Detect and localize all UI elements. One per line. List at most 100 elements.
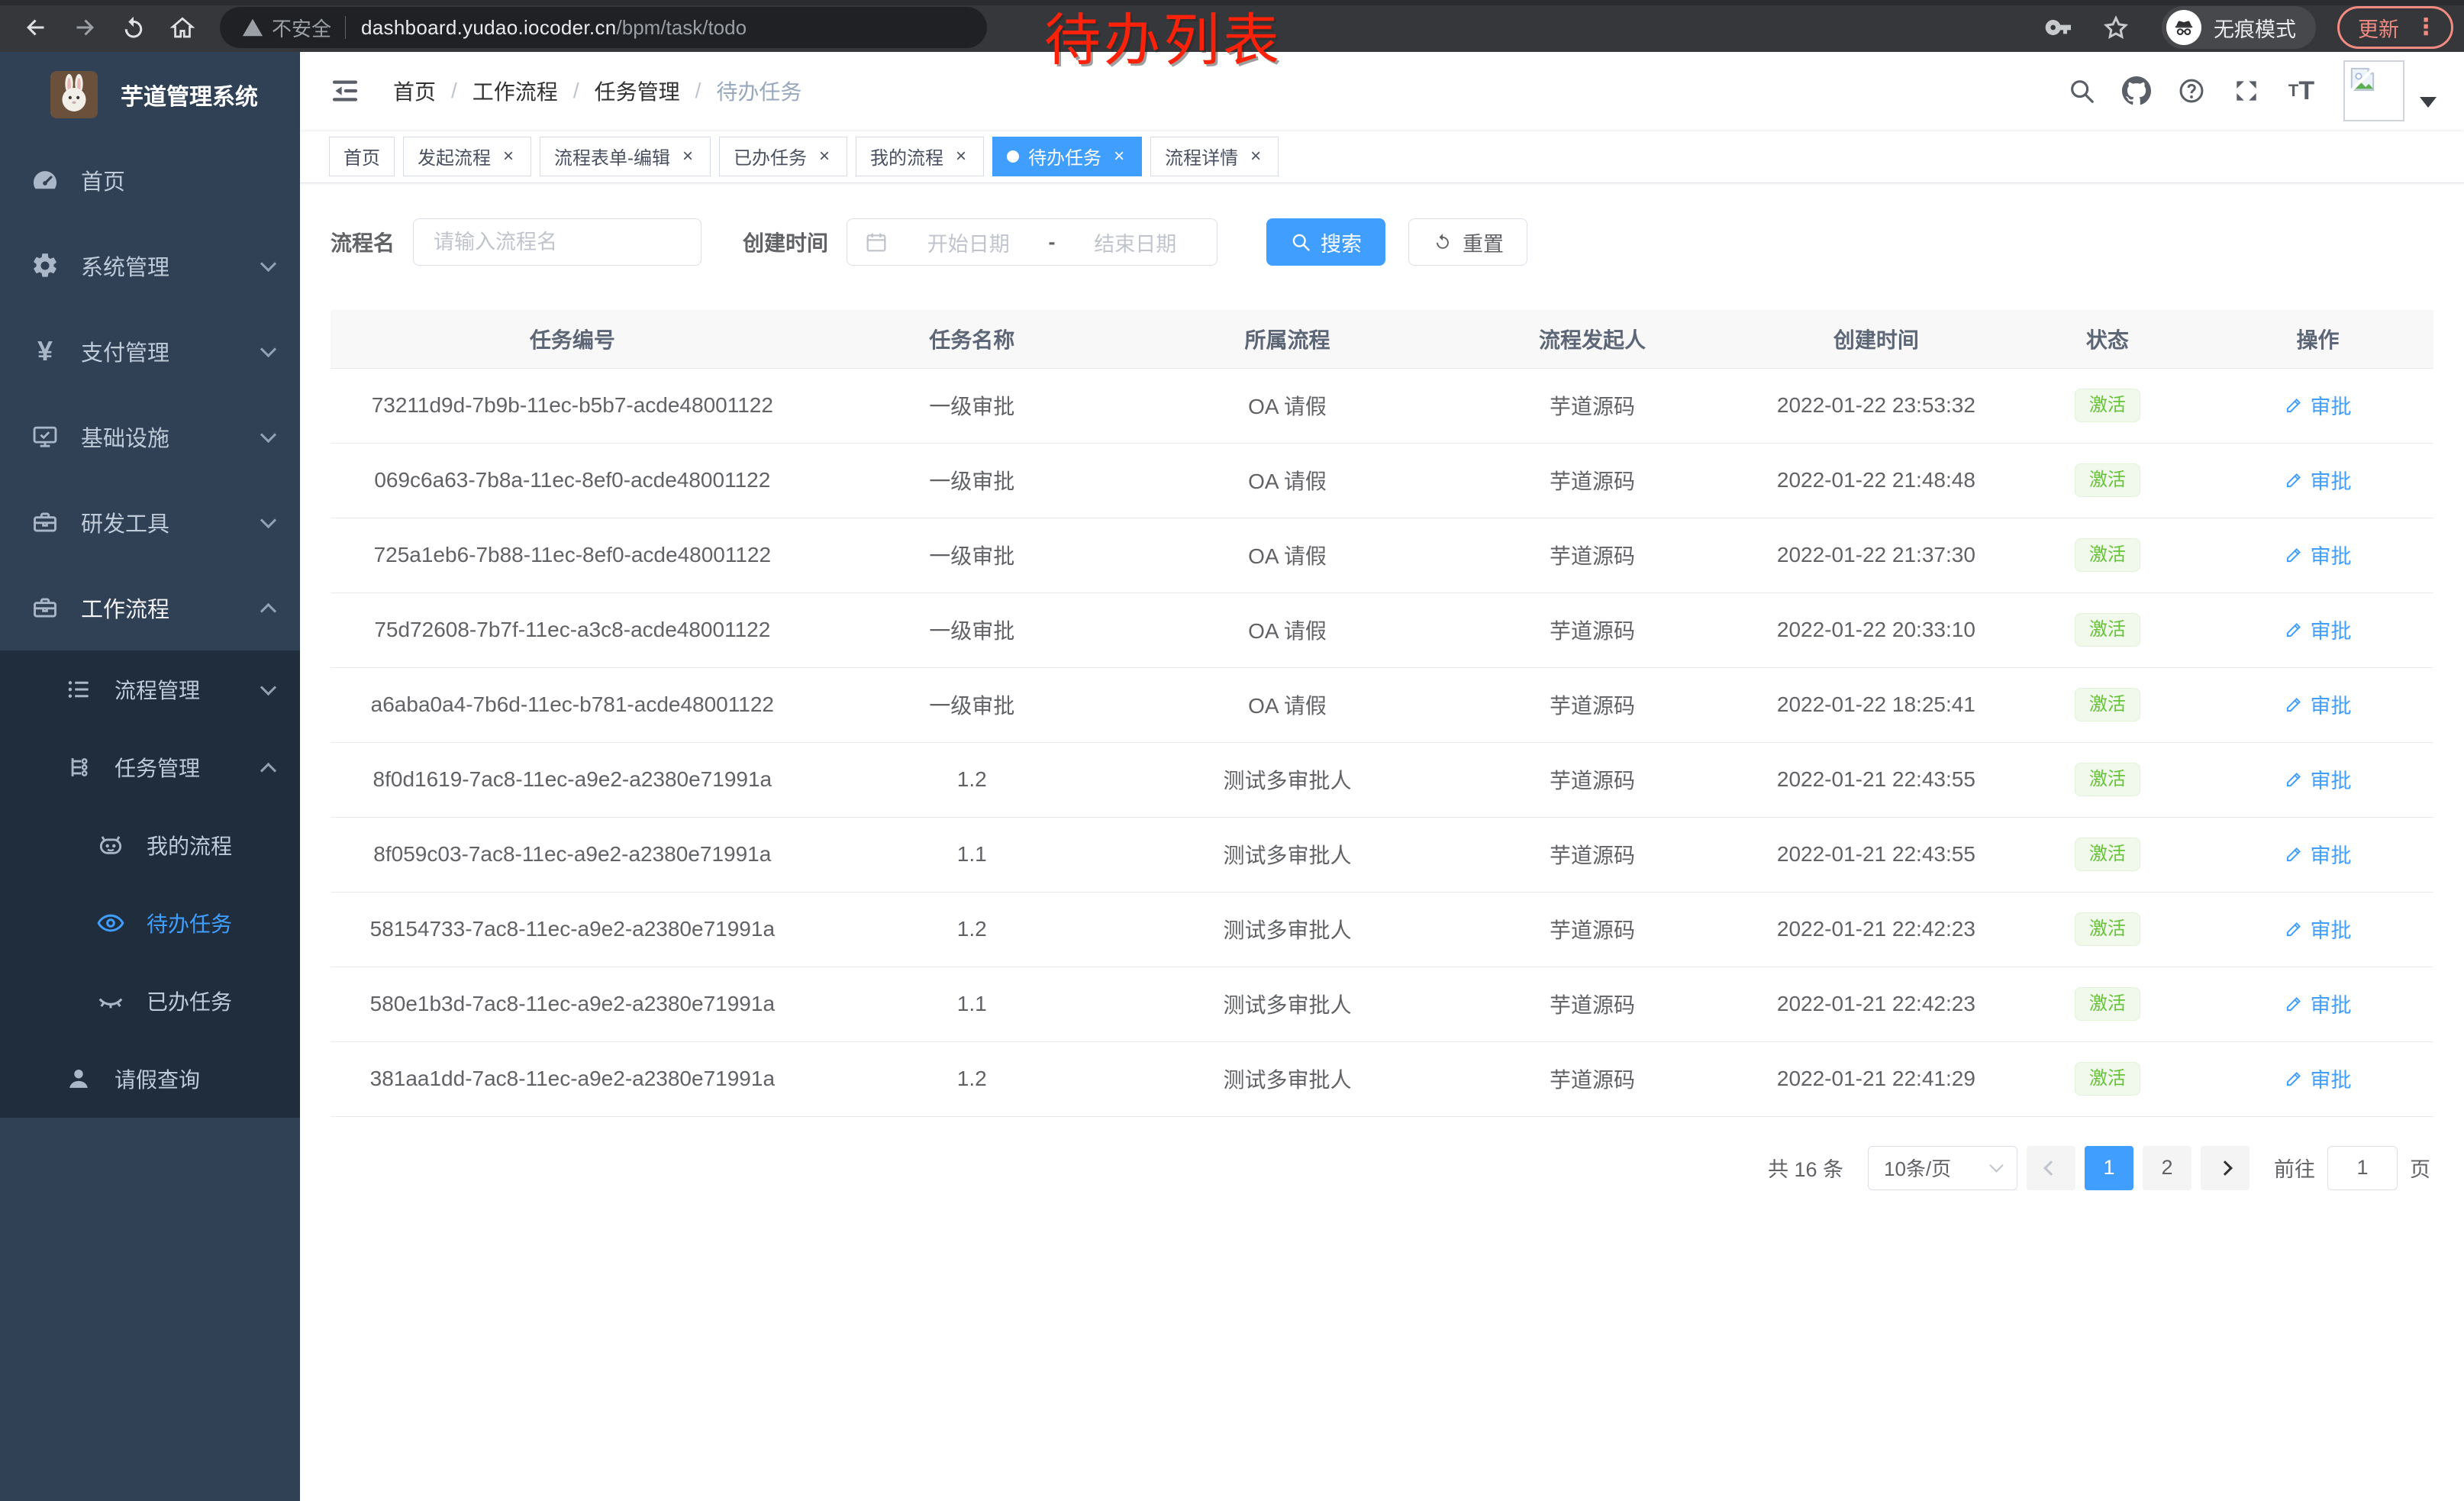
cell-process: 测试多审批人 (1130, 1041, 1445, 1116)
close-icon[interactable]: × (1247, 147, 1264, 166)
goto-page-input[interactable] (2327, 1146, 2398, 1190)
breadcrumb-workflow[interactable]: 工作流程 (472, 76, 558, 106)
close-icon[interactable]: × (1111, 147, 1127, 166)
browser-chrome: 不安全 dashboard.yudao.iocoder.cn/bpm/task/… (0, 0, 2464, 52)
chevron-left-icon (2043, 1160, 2059, 1176)
sidebar-item-payment[interactable]: ¥ 支付管理 (0, 308, 300, 394)
github-icon[interactable] (2121, 75, 2153, 107)
col-task-id: 任务编号 (331, 310, 814, 368)
tag-start-process[interactable]: 发起流程× (403, 137, 531, 176)
cell-process: OA 请假 (1130, 443, 1445, 518)
sidebar-item-devtools[interactable]: 研发工具 (0, 479, 300, 565)
font-size-icon[interactable]: TT (2285, 75, 2317, 107)
approve-link[interactable]: 审批 (2284, 764, 2351, 794)
eye-open-icon (96, 909, 125, 938)
approve-link[interactable]: 审批 (2284, 465, 2351, 495)
browser-update-button[interactable]: 更新 ⋮ (2337, 6, 2453, 49)
approve-link[interactable]: 审批 (2284, 540, 2351, 570)
pagination-total: 共 16 条 (1768, 1153, 1843, 1183)
process-name-label: 流程名 (331, 227, 395, 257)
sidebar-item-label: 系统管理 (81, 250, 169, 282)
sidebar-item-workflow[interactable]: 工作流程 (0, 565, 300, 650)
process-name-input[interactable] (413, 218, 701, 266)
browser-reload-button[interactable] (113, 7, 154, 48)
toolbox-icon (31, 593, 60, 622)
gear-icon (31, 251, 60, 280)
sidebar-item-system[interactable]: 系统管理 (0, 223, 300, 308)
sidebar-collapse-icon[interactable] (329, 75, 361, 107)
tag-process-detail[interactable]: 流程详情× (1150, 137, 1279, 176)
breadcrumb-separator: / (695, 79, 701, 103)
cell-task-name: 1.2 (814, 1041, 1130, 1116)
reset-button[interactable]: 重置 (1408, 218, 1527, 266)
approve-link[interactable]: 审批 (2284, 689, 2351, 719)
avatar[interactable] (2343, 60, 2404, 121)
chevron-up-icon (260, 762, 276, 778)
approve-link[interactable]: 审批 (2284, 839, 2351, 869)
page-button-1[interactable]: 1 (2085, 1146, 2133, 1190)
cell-task-name: 一级审批 (814, 592, 1130, 667)
tag-form-edit[interactable]: 流程表单-编辑× (540, 137, 711, 176)
close-icon[interactable]: × (500, 147, 517, 166)
robot-face-icon (96, 831, 125, 860)
home-icon (169, 14, 196, 41)
next-page-button[interactable] (2201, 1146, 2250, 1190)
sidebar-item-task-mgmt[interactable]: 任务管理 (0, 728, 300, 806)
search-icon (1290, 231, 1311, 253)
help-icon[interactable] (2175, 75, 2208, 107)
fullscreen-icon[interactable] (2230, 75, 2262, 107)
tag-done-task[interactable]: 已办任务× (719, 137, 847, 176)
browser-home-button[interactable] (162, 7, 203, 48)
close-icon[interactable]: × (679, 147, 696, 166)
sidebar-item-process-mgmt[interactable]: 流程管理 (0, 650, 300, 728)
sidebar-item-leave-query[interactable]: 请假查询 (0, 1040, 300, 1118)
sidebar-item-my-process[interactable]: 我的流程 (0, 806, 300, 884)
date-range-picker[interactable]: 开始日期 - 结束日期 (847, 218, 1217, 266)
app-logo-row[interactable]: 芋道管理系统 (0, 52, 300, 137)
bookmark-star-icon[interactable] (2101, 12, 2131, 43)
sidebar-item-todo-task[interactable]: 待办任务 (0, 884, 300, 962)
incognito-badge: 无痕模式 (2162, 6, 2316, 49)
cell-initiator: 芋道源码 (1445, 592, 1740, 667)
address-bar[interactable]: 不安全 dashboard.yudao.iocoder.cn/bpm/task/… (220, 7, 987, 48)
approve-link[interactable]: 审批 (2284, 615, 2351, 644)
update-label[interactable]: 更新 (2358, 13, 2399, 43)
tag-my-process[interactable]: 我的流程× (856, 137, 984, 176)
prev-page-button[interactable] (2027, 1146, 2075, 1190)
avatar-caret-icon[interactable] (2420, 97, 2437, 108)
broken-image-icon (2347, 64, 2378, 95)
breadcrumb-home[interactable]: 首页 (393, 76, 436, 106)
edit-pen-icon (2284, 1069, 2304, 1089)
sidebar-item-home[interactable]: 首页 (0, 137, 300, 223)
search-button[interactable]: 搜索 (1266, 218, 1385, 266)
header-search-icon[interactable] (2066, 75, 2098, 107)
password-key-icon[interactable] (2044, 12, 2075, 43)
cell-process: 测试多审批人 (1130, 817, 1445, 892)
browser-forward-button[interactable] (64, 7, 105, 48)
top-navbar: 首页 / 工作流程 / 任务管理 / 待办任务 (300, 52, 2464, 130)
close-icon[interactable]: × (816, 147, 833, 166)
page-button-2[interactable]: 2 (2143, 1146, 2191, 1190)
security-label[interactable]: 不安全 (272, 14, 331, 42)
browser-back-button[interactable] (15, 7, 56, 48)
approve-link[interactable]: 审批 (2284, 390, 2351, 420)
pagination: 共 16 条 10条/页 1 2 前往 页 (331, 1146, 2433, 1190)
table-row: 8f059c03-7ac8-11ec-a9e2-a2380e71991a 1.1… (331, 817, 2433, 892)
approve-link[interactable]: 审批 (2284, 1064, 2351, 1093)
sidebar-item-label: 已办任务 (147, 986, 232, 1016)
sidebar: 芋道管理系统 首页 系统管理 ¥ 支付管理 (0, 52, 300, 1501)
start-date-placeholder: 开始日期 (904, 228, 1034, 257)
breadcrumb-task-mgmt[interactable]: 任务管理 (595, 76, 680, 106)
sidebar-item-infra[interactable]: 基础设施 (0, 394, 300, 479)
tag-home[interactable]: 首页 (329, 137, 395, 176)
approve-link[interactable]: 审批 (2284, 989, 2351, 1018)
sidebar-item-done-task[interactable]: 已办任务 (0, 962, 300, 1040)
cell-process: OA 请假 (1130, 368, 1445, 443)
close-icon[interactable]: × (953, 147, 969, 166)
page-size-select[interactable]: 10条/页 (1868, 1146, 2017, 1190)
task-table: 任务编号 任务名称 所属流程 流程发起人 创建时间 状态 操作 73211d9d… (331, 310, 2433, 1117)
approve-link[interactable]: 审批 (2284, 914, 2351, 944)
cell-created: 2022-01-21 22:43:55 (1740, 817, 2013, 892)
browser-menu-icon[interactable]: ⋮ (2414, 16, 2437, 39)
tag-todo-task[interactable]: 待办任务× (992, 137, 1142, 176)
